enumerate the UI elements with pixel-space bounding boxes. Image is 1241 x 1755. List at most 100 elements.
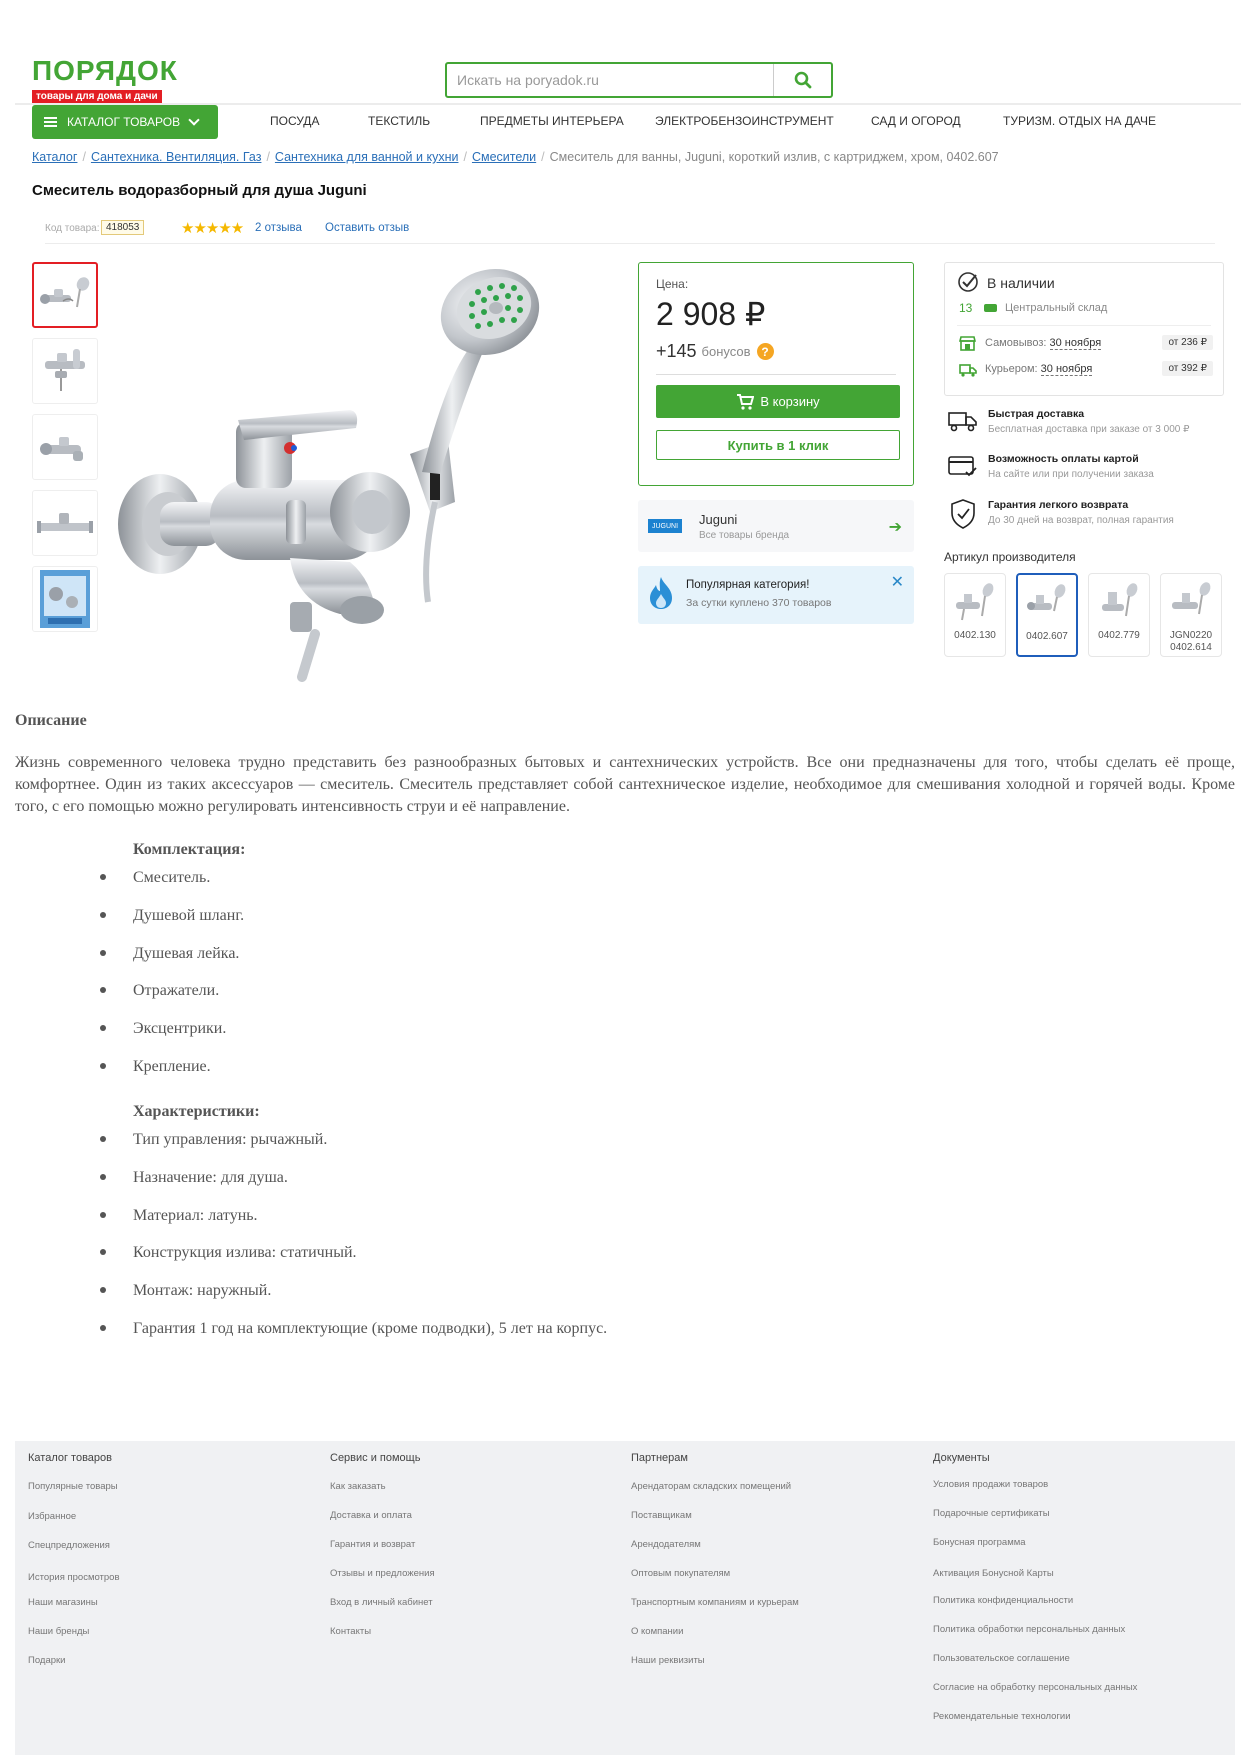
footer-link[interactable]: Транспортным компаниям и курьерам — [631, 1597, 799, 1608]
thumbnail[interactable] — [32, 338, 98, 404]
reviews-link[interactable]: 2 отзыва — [255, 222, 302, 234]
footer-link[interactable]: О компании — [631, 1626, 683, 1637]
courier-date[interactable]: 30 ноября — [1040, 363, 1093, 376]
footer-link[interactable]: Подарки — [28, 1655, 65, 1666]
list-item: Назначение: для душа. — [100, 1168, 607, 1206]
breadcrumb-link[interactable]: Смесители — [472, 150, 536, 164]
footer-link[interactable]: Отзывы и предложения — [330, 1568, 435, 1579]
mixer-thumbnail-image — [40, 277, 90, 308]
thumbnail[interactable] — [32, 566, 98, 632]
list-item: Крепление. — [100, 1057, 244, 1095]
product-title: Смеситель водоразборный для душа Juguni — [32, 182, 367, 199]
footer-link[interactable]: Пользовательское соглашение — [933, 1653, 1070, 1664]
thumbnail[interactable] — [32, 414, 98, 480]
footer-link[interactable]: Оптовым покупателям — [631, 1568, 730, 1579]
mixer-thumbnail-image — [40, 437, 83, 461]
brand-card[interactable]: JUGUNI Juguni Все товары бренда ➔ — [638, 500, 914, 552]
footer-link[interactable]: Арендаторам складских помещений — [631, 1481, 791, 1492]
nav-item-interior[interactable]: ПРЕДМЕТЫ ИНТЕРЬЕРА — [480, 114, 624, 128]
brand-logo: JUGUNI — [648, 519, 682, 533]
footer-link[interactable]: Гарантия и возврат — [330, 1539, 415, 1550]
nav-item-tourism[interactable]: ТУРИЗМ. ОТДЫХ НА ДАЧЕ — [1003, 114, 1156, 128]
footer-link[interactable]: Наши магазины — [28, 1597, 98, 1608]
feature-title: Возможность оплаты картой — [988, 453, 1139, 465]
footer-link[interactable]: Арендодателям — [631, 1539, 701, 1550]
help-icon[interactable]: ? — [756, 343, 774, 360]
article-option[interactable]: JGN0220 0402.614 — [1160, 573, 1222, 657]
add-to-cart-button[interactable]: В корзину — [656, 385, 900, 418]
article-option-selected[interactable]: 0402.607 — [1016, 573, 1078, 657]
breadcrumb-link[interactable]: Сантехника для ванной и кухни — [275, 150, 459, 164]
mixer-thumbnail-image — [37, 513, 93, 533]
logo-text: ПОРЯДОК — [32, 55, 178, 86]
footer-link[interactable]: Популярные товары — [28, 1481, 118, 1492]
footer-link[interactable]: Поставщикам — [631, 1510, 692, 1521]
nav-item-textile[interactable]: ТЕКСТИЛЬ — [368, 114, 430, 128]
product-code-label: Код товара: — [45, 223, 100, 234]
footer-link[interactable]: Спецпредложения — [28, 1540, 110, 1551]
breadcrumb-link[interactable]: Каталог — [32, 150, 77, 164]
site-logo[interactable]: ПОРЯДОК товары для дома и дачи — [32, 56, 177, 103]
footer-link[interactable]: Условия продажи товаров — [933, 1479, 1048, 1490]
shield-check-icon — [951, 499, 975, 529]
feature-fast-delivery: Быстрая доставка Бесплатная доставка при… — [946, 408, 1226, 444]
pickup-date[interactable]: 30 ноября — [1049, 337, 1102, 350]
search-icon — [794, 71, 811, 89]
flame-icon — [650, 577, 672, 609]
list-item: Душевой шланг. — [100, 906, 244, 944]
nav-item-power-tools[interactable]: ЭЛЕКТРОБЕНЗОИНСТРУМЕНТ — [655, 114, 834, 128]
close-icon[interactable]: ✕ — [891, 572, 904, 592]
thumbnail[interactable] — [32, 262, 98, 328]
footer-link[interactable]: Бонусная программа — [933, 1537, 1026, 1548]
footer-link[interactable]: История просмотров — [28, 1572, 120, 1583]
buy-one-click-button[interactable]: Купить в 1 клик — [656, 430, 900, 460]
footer-link[interactable]: Согласие на обработку персональных данны… — [933, 1682, 1137, 1693]
price-value: 2 908 ₽ — [656, 296, 766, 332]
description-text: Жизнь современного человека трудно предс… — [15, 754, 1235, 815]
mixer-thumbnail-image — [45, 349, 85, 391]
nav-item-garden[interactable]: САД И ОГОРОД — [871, 114, 961, 128]
article-option[interactable]: 0402.779 — [1088, 573, 1150, 657]
divider — [656, 374, 896, 375]
thumbnail[interactable] — [32, 490, 98, 556]
footer-link[interactable]: Доставка и оплата — [330, 1510, 412, 1521]
footer-link[interactable]: Активация Бонусной Карты — [933, 1568, 1054, 1579]
footer-link[interactable]: Политика обработки персональных данных — [933, 1624, 1125, 1635]
product-main-image[interactable] — [110, 262, 610, 682]
footer-link[interactable]: Наши бренды — [28, 1626, 89, 1637]
search-button[interactable] — [773, 64, 831, 96]
arrow-right-icon: ➔ — [888, 519, 902, 536]
footer-link[interactable]: Избранное — [28, 1511, 76, 1522]
mixer-variant-image — [1172, 582, 1211, 615]
popular-title: Популярная категория! — [686, 579, 810, 591]
courier-price: от 392 ₽ — [1162, 361, 1213, 376]
search-input[interactable] — [447, 64, 773, 96]
footer-heading: Каталог товаров — [28, 1452, 112, 1464]
footer-link[interactable]: Наши реквизиты — [631, 1655, 705, 1666]
footer-link[interactable]: Вход в личный кабинет — [330, 1597, 433, 1608]
catalog-button[interactable]: КАТАЛОГ ТОВАРОВ — [32, 105, 218, 139]
article-code: 0402.614 — [1170, 642, 1212, 653]
footer-link[interactable]: Политика конфиденциальности — [933, 1595, 1073, 1606]
breadcrumb-current: Смеситель для ванны, Juguni, короткий из… — [549, 150, 999, 164]
footer-heading: Документы — [933, 1452, 990, 1464]
description-heading: Описание — [15, 712, 87, 729]
feature-card-payment: Возможность оплаты картой На сайте или п… — [946, 453, 1226, 489]
specs-list: Тип управления: рычажный. Назначение: дл… — [100, 1130, 607, 1357]
footer-link[interactable]: Подарочные сертификаты — [933, 1508, 1050, 1519]
feature-title: Быстрая доставка — [988, 408, 1085, 420]
nav-item-dishes[interactable]: ПОСУДА — [270, 114, 319, 128]
price-card: Цена: 2 908 ₽ +145 бонусов ? В корзину К… — [638, 262, 914, 486]
footer-link[interactable]: Как заказать — [330, 1481, 386, 1492]
logo-wordmark: ПОРЯДОК — [32, 56, 177, 86]
footer-link[interactable]: Контакты — [330, 1626, 371, 1637]
product-meta: Код товара: 418053 ★★★★★ 2 отзыва Остави… — [45, 218, 1215, 244]
popular-category-banner: Популярная категория! За сутки куплено 3… — [638, 566, 914, 624]
leave-review-link[interactable]: Оставить отзыв — [325, 222, 409, 234]
footer-link[interactable]: Рекомендательные технологии — [933, 1711, 1071, 1722]
article-option[interactable]: 0402.130 — [944, 573, 1006, 657]
main-nav: КАТАЛОГ ТОВАРОВ ПОСУДА ТЕКСТИЛЬ ПРЕДМЕТЫ… — [15, 105, 1241, 143]
price-label: Цена: — [656, 277, 689, 291]
breadcrumb-link[interactable]: Сантехника. Вентиляция. Газ — [91, 150, 262, 164]
list-item: Монтаж: наружный. — [100, 1281, 607, 1319]
